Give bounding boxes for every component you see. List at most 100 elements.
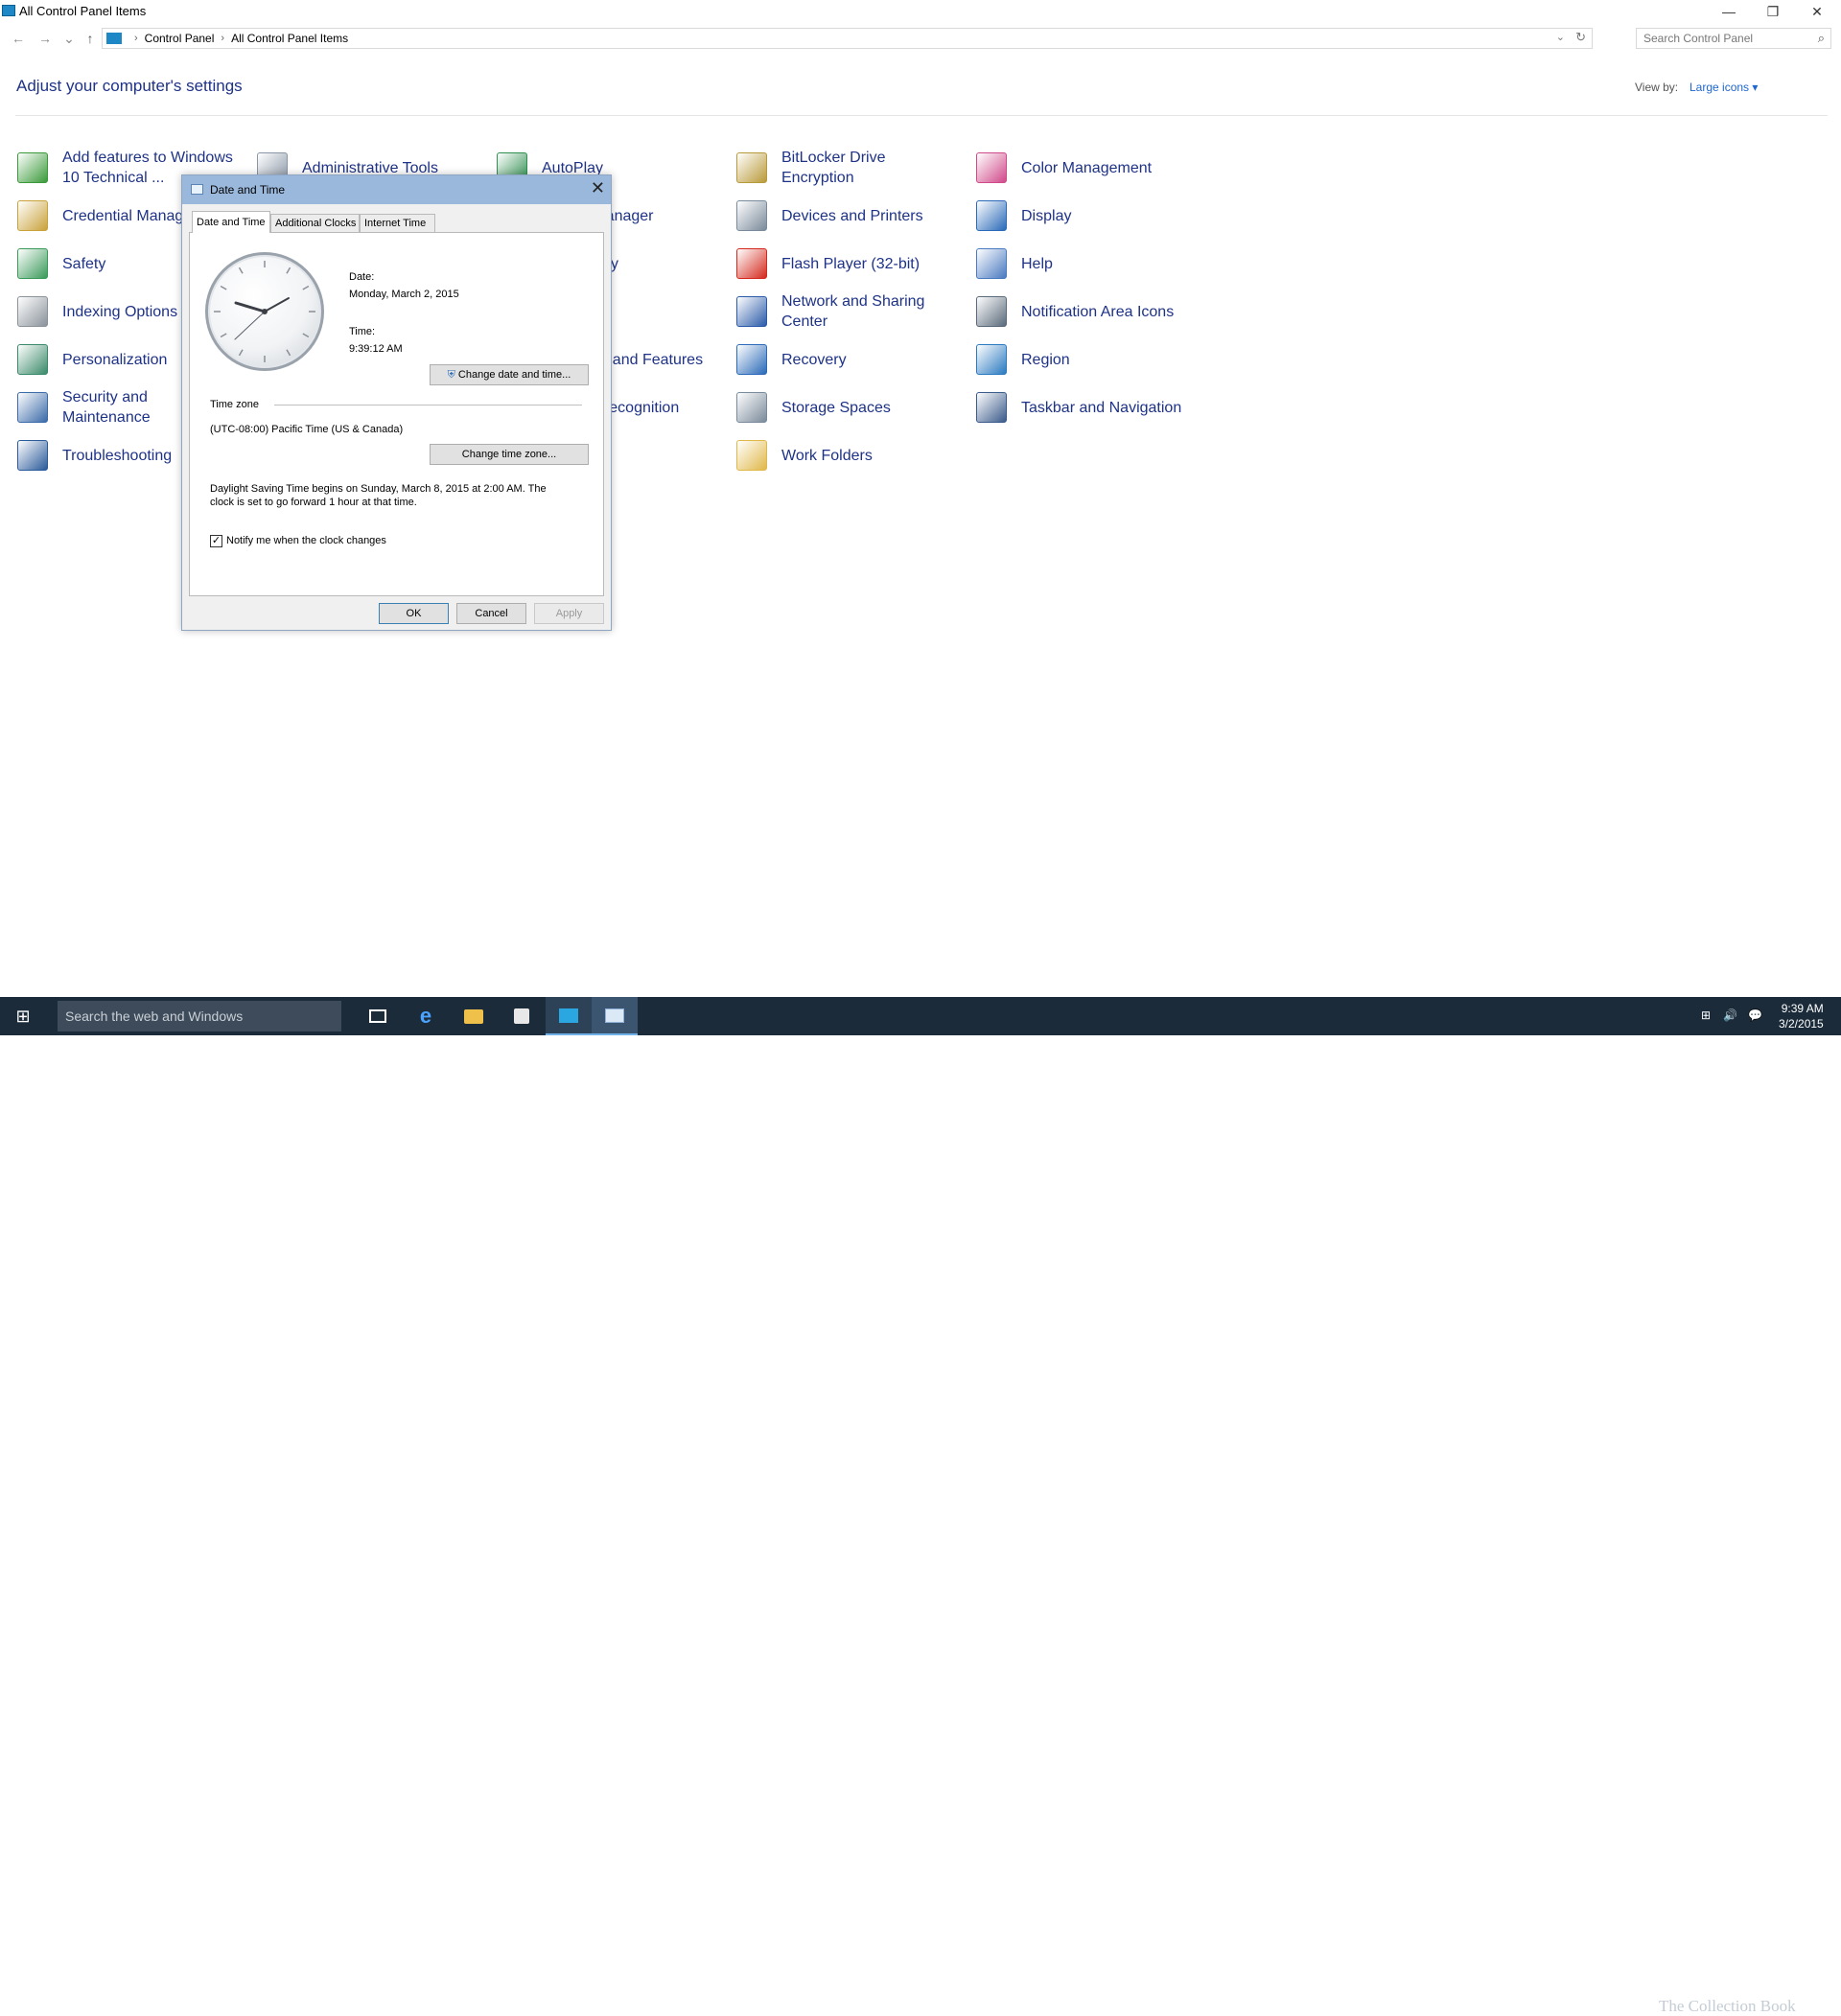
search-placeholder: Search Control Panel — [1643, 32, 1754, 45]
control-panel-item[interactable]: Work Folders — [736, 436, 957, 475]
control-panel-item[interactable]: Devices and Printers — [736, 197, 957, 235]
network-icon[interactable]: ⊞ — [1701, 1008, 1711, 1022]
add-features-icon — [17, 152, 48, 183]
flash-player-icon — [736, 248, 767, 279]
watermark-text: The Collection Book — [1659, 1997, 1796, 2015]
dialog-titlebar: Date and Time ✕ — [182, 175, 611, 204]
region-icon — [976, 344, 1007, 375]
internet-explorer-icon[interactable]: e — [414, 1004, 437, 1028]
notify-label[interactable]: Notify me when the clock changes — [226, 535, 386, 546]
control-panel-item-label: Troubleshooting — [62, 447, 173, 464]
control-panel-app-icon — [2, 5, 15, 16]
date-time-dialog: Date and Time ✕ Date and Time Additional… — [181, 174, 612, 631]
search-icon[interactable]: ⌕ — [1818, 31, 1825, 46]
header-divider — [15, 115, 1828, 116]
timezone-divider — [274, 405, 582, 406]
control-panel-item-label: Indexing Options — [62, 303, 178, 320]
devices-printers-icon — [736, 200, 767, 231]
control-panel-item-label: Network and Sharing Center — [781, 293, 925, 330]
apply-button[interactable]: Apply — [534, 603, 604, 624]
control-panel-item-label: BitLocker Drive Encryption — [781, 150, 886, 186]
control-panel-item-label: Notification Area Icons — [1021, 303, 1175, 320]
control-panel-item[interactable]: Network and Sharing Center — [736, 292, 957, 331]
change-time-zone-button[interactable]: Change time zone... — [430, 444, 589, 465]
address-dropdown-icon[interactable]: ⌄ — [1556, 31, 1565, 43]
minimize-button[interactable]: — — [1707, 0, 1751, 23]
cancel-button[interactable]: Cancel — [456, 603, 526, 624]
change-date-time-button[interactable]: ⛨ Change date and time... — [430, 364, 589, 385]
credential-manager-icon — [17, 200, 48, 231]
control-panel-item[interactable]: Help — [976, 244, 1197, 283]
control-panel-item[interactable]: Taskbar and Navigation — [976, 388, 1197, 427]
control-panel-item-label: Storage Spaces — [781, 399, 891, 416]
timezone-value: (UTC-08:00) Pacific Time (US & Canada) — [210, 424, 404, 435]
control-panel-item[interactable]: Color Management — [976, 149, 1197, 187]
breadcrumb-all-items[interactable]: All Control Panel Items — [231, 32, 348, 45]
tab-date-and-time[interactable]: Date and Time — [192, 211, 270, 233]
admin-shield-icon: ⛨ — [447, 368, 455, 381]
date-time-taskbar-icon — [605, 1008, 624, 1023]
control-panel-item-label: Credential Manager — [62, 207, 198, 224]
troubleshooting-icon — [17, 440, 48, 471]
control-panel-item-label: Color Management — [1021, 159, 1153, 176]
change-date-time-label: Change date and time... — [457, 369, 571, 381]
tab-additional-clocks[interactable]: Additional Clocks — [270, 214, 360, 232]
date-label: Date: — [349, 271, 375, 283]
clock-face-icon — [214, 261, 315, 362]
recovery-icon — [736, 344, 767, 375]
breadcrumb-separator-icon: › — [221, 33, 225, 44]
file-explorer-icon[interactable] — [462, 1005, 485, 1028]
control-panel-item[interactable]: Storage Spaces — [736, 388, 957, 427]
analog-clock — [205, 252, 324, 371]
family-safety-icon — [17, 248, 48, 279]
task-view-icon[interactable] — [366, 1005, 389, 1028]
control-panel-item-label: Flash Player (32-bit) — [781, 255, 920, 272]
back-arrow-icon[interactable]: ← — [9, 29, 28, 48]
windows-start-icon[interactable]: ⊞ — [0, 997, 46, 1035]
control-panel-item[interactable]: Flash Player (32-bit) — [736, 244, 957, 283]
search-input[interactable]: Search Control Panel ⌕ — [1636, 28, 1831, 49]
restore-button[interactable]: ❐ — [1751, 0, 1795, 23]
notify-checkbox[interactable]: ✓ — [210, 535, 222, 547]
address-bar[interactable]: › Control Panel › All Control Panel Item… — [102, 28, 1593, 49]
display-icon — [976, 200, 1007, 231]
control-panel-item[interactable]: Display — [976, 197, 1197, 235]
refresh-icon[interactable]: ↻ — [1575, 30, 1586, 45]
timezone-heading: Time zone — [210, 399, 259, 410]
control-panel-item-label: Personalization — [62, 351, 168, 368]
control-panel-item[interactable]: BitLocker Drive Encryption — [736, 149, 957, 187]
control-panel-icon — [106, 33, 122, 44]
action-center-icon[interactable]: 💬 — [1748, 1008, 1762, 1022]
date-time-icon — [191, 184, 203, 195]
control-panel-item[interactable]: Notification Area Icons — [976, 292, 1197, 331]
control-panel-item-label: Recovery — [781, 351, 847, 368]
time-value: 9:39:12 AM — [349, 343, 403, 355]
control-panel-item-label: Region — [1021, 351, 1070, 368]
taskbar-clock[interactable]: 9:39 AM 3/2/2015 — [1779, 1001, 1824, 1031]
control-panel-item-label: Safety — [62, 255, 106, 272]
taskbar-date-time[interactable] — [592, 997, 638, 1035]
notification-area-icon — [976, 296, 1007, 327]
forward-arrow-icon[interactable]: → — [35, 29, 55, 48]
taskbar-search-input[interactable]: Search the web and Windows — [58, 1001, 341, 1031]
recent-locations-icon[interactable]: ⌄ — [59, 29, 79, 48]
dialog-title: Date and Time — [210, 183, 286, 197]
control-panel-item[interactable]: Recovery — [736, 340, 957, 379]
date-value: Monday, March 2, 2015 — [349, 289, 459, 300]
taskbar-control-panel[interactable] — [546, 997, 592, 1035]
indexing-options-icon — [17, 296, 48, 327]
work-folders-icon — [736, 440, 767, 471]
breadcrumb-control-panel[interactable]: Control Panel — [145, 32, 215, 45]
control-panel-item[interactable]: Region — [976, 340, 1197, 379]
dialog-close-icon[interactable]: ✕ — [591, 178, 605, 198]
close-button[interactable]: ✕ — [1795, 0, 1839, 23]
up-arrow-icon[interactable]: ↑ — [81, 29, 100, 48]
store-icon[interactable] — [510, 1005, 533, 1028]
navigation-bar: ← → ⌄ ↑ › Control Panel › All Control Pa… — [0, 25, 1841, 54]
volume-icon[interactable]: 🔊 — [1723, 1008, 1737, 1022]
ok-button[interactable]: OK — [379, 603, 449, 624]
network-sharing-icon — [736, 296, 767, 327]
tab-internet-time[interactable]: Internet Time — [360, 214, 435, 232]
control-panel-item-label: Help — [1021, 255, 1053, 272]
view-by-dropdown[interactable]: Large icons ▾ — [1690, 81, 1758, 94]
